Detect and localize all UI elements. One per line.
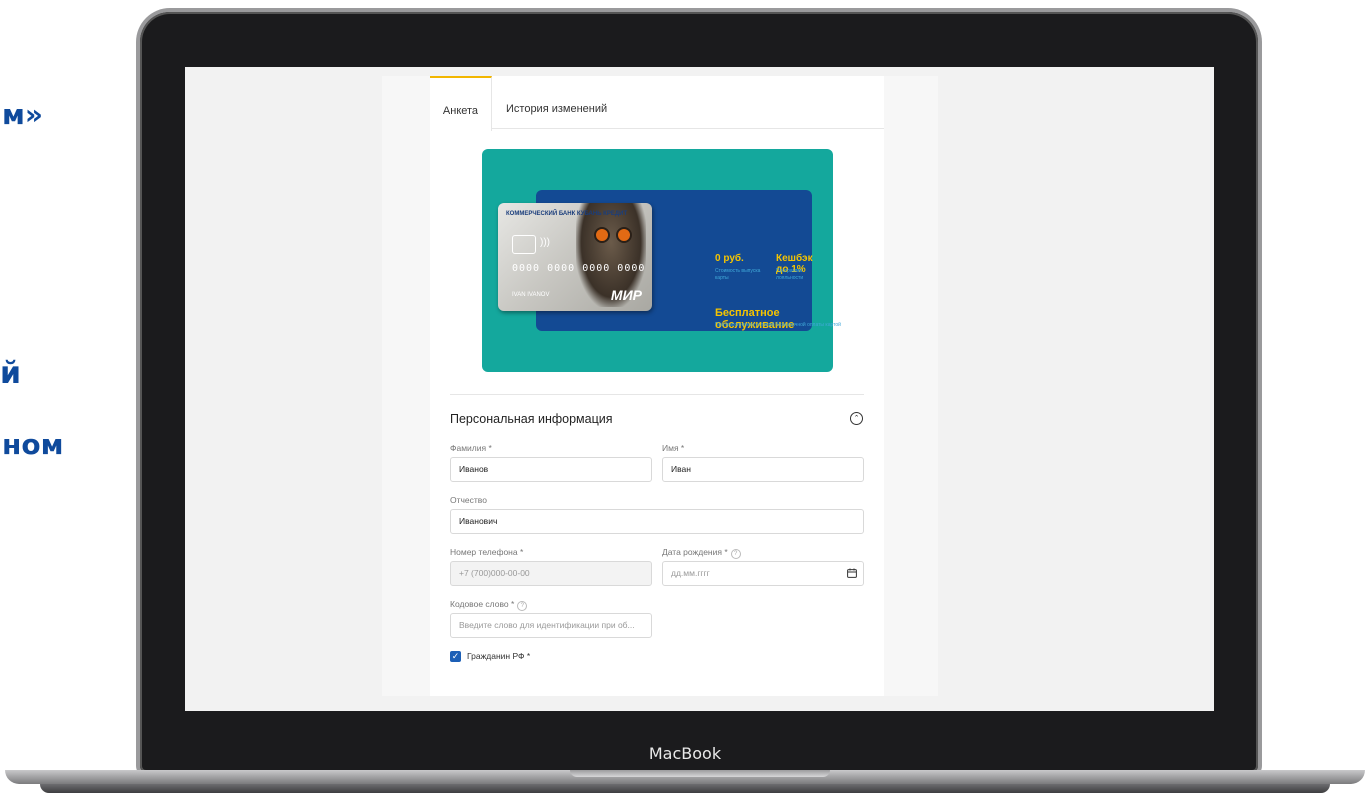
card-number: 0000 0000 0000 0000 xyxy=(512,263,646,274)
chevron-up-circle-icon[interactable]: ⌃ xyxy=(850,412,863,425)
promo-service-subtitle: При выполнении условий безналичной оплат… xyxy=(715,322,841,328)
promo-price-subtitle: Стоимость выпуска карты xyxy=(715,268,761,281)
citizen-checkbox[interactable]: ✓ xyxy=(450,651,461,662)
section-title: Персональная информация xyxy=(450,412,613,426)
card-holder-name: IVAN IVANOV xyxy=(512,292,550,298)
last-name-label: Фамилия * xyxy=(450,443,492,453)
promo-banner: 0 руб. Стоимость выпуска карты Кешбэк до… xyxy=(482,149,841,372)
phone-field[interactable]: +7 (700)000-00-00 xyxy=(450,561,652,586)
code-word-label-text: Кодовое слово * xyxy=(450,599,515,609)
side-heading-line-2: й xyxy=(0,356,22,391)
promo-price-title: 0 руб. xyxy=(715,253,744,264)
patronymic-field[interactable]: Иванович xyxy=(450,509,864,534)
code-word-field[interactable]: Введите слово для идентификации при об..… xyxy=(450,613,652,638)
first-name-label: Имя * xyxy=(662,443,685,453)
side-heading-line-3: ном xyxy=(2,428,64,461)
help-icon[interactable]: ? xyxy=(517,601,528,611)
laptop-foot xyxy=(40,784,1330,793)
promo-cashback-subtitle: Программа лояльности xyxy=(776,268,804,281)
calendar-icon[interactable] xyxy=(847,568,857,578)
side-heading-line-1: м» xyxy=(2,98,43,131)
birth-date-label: Дата рождения *? xyxy=(662,547,741,559)
help-icon[interactable]: ? xyxy=(730,549,741,559)
laptop-screen: Анкета История изменений 0 руб. Стоимост… xyxy=(185,67,1214,711)
card-bank-logo: КОММЕРЧЕСКИЙ БАНК КУБАНЬ КРЕДИТ xyxy=(506,211,628,217)
tab-questionnaire[interactable]: Анкета xyxy=(430,76,492,131)
birth-date-field[interactable]: дд.мм.гггг xyxy=(662,561,864,586)
owl-eye-right xyxy=(616,227,632,243)
bank-card-image: КОММЕРЧЕСКИЙ БАНК КУБАНЬ КРЕДИТ ))) 0000… xyxy=(498,203,652,311)
contactless-icon: ))) xyxy=(540,237,550,248)
mir-logo: МИР xyxy=(610,287,642,303)
birth-date-placeholder: дд.мм.гггг xyxy=(671,568,710,578)
patronymic-label: Отчество xyxy=(450,495,487,505)
tab-change-history[interactable]: История изменений xyxy=(506,76,607,128)
section-divider xyxy=(450,394,864,395)
laptop-brand-label: MacBook xyxy=(648,744,722,763)
laptop-notch xyxy=(570,770,830,777)
last-name-field[interactable]: Иванов xyxy=(450,457,652,482)
birth-date-label-text: Дата рождения * xyxy=(662,547,728,557)
code-word-label: Кодовое слово *? xyxy=(450,599,528,611)
first-name-field[interactable]: Иван xyxy=(662,457,864,482)
owl-eye-left xyxy=(594,227,610,243)
tab-bar: Анкета История изменений xyxy=(430,76,884,131)
phone-label: Номер телефона * xyxy=(450,547,524,557)
citizen-checkbox-label: Гражданин РФ * xyxy=(467,651,531,661)
application-form-panel: Анкета История изменений 0 руб. Стоимост… xyxy=(430,76,884,696)
card-chip-icon xyxy=(512,235,536,254)
